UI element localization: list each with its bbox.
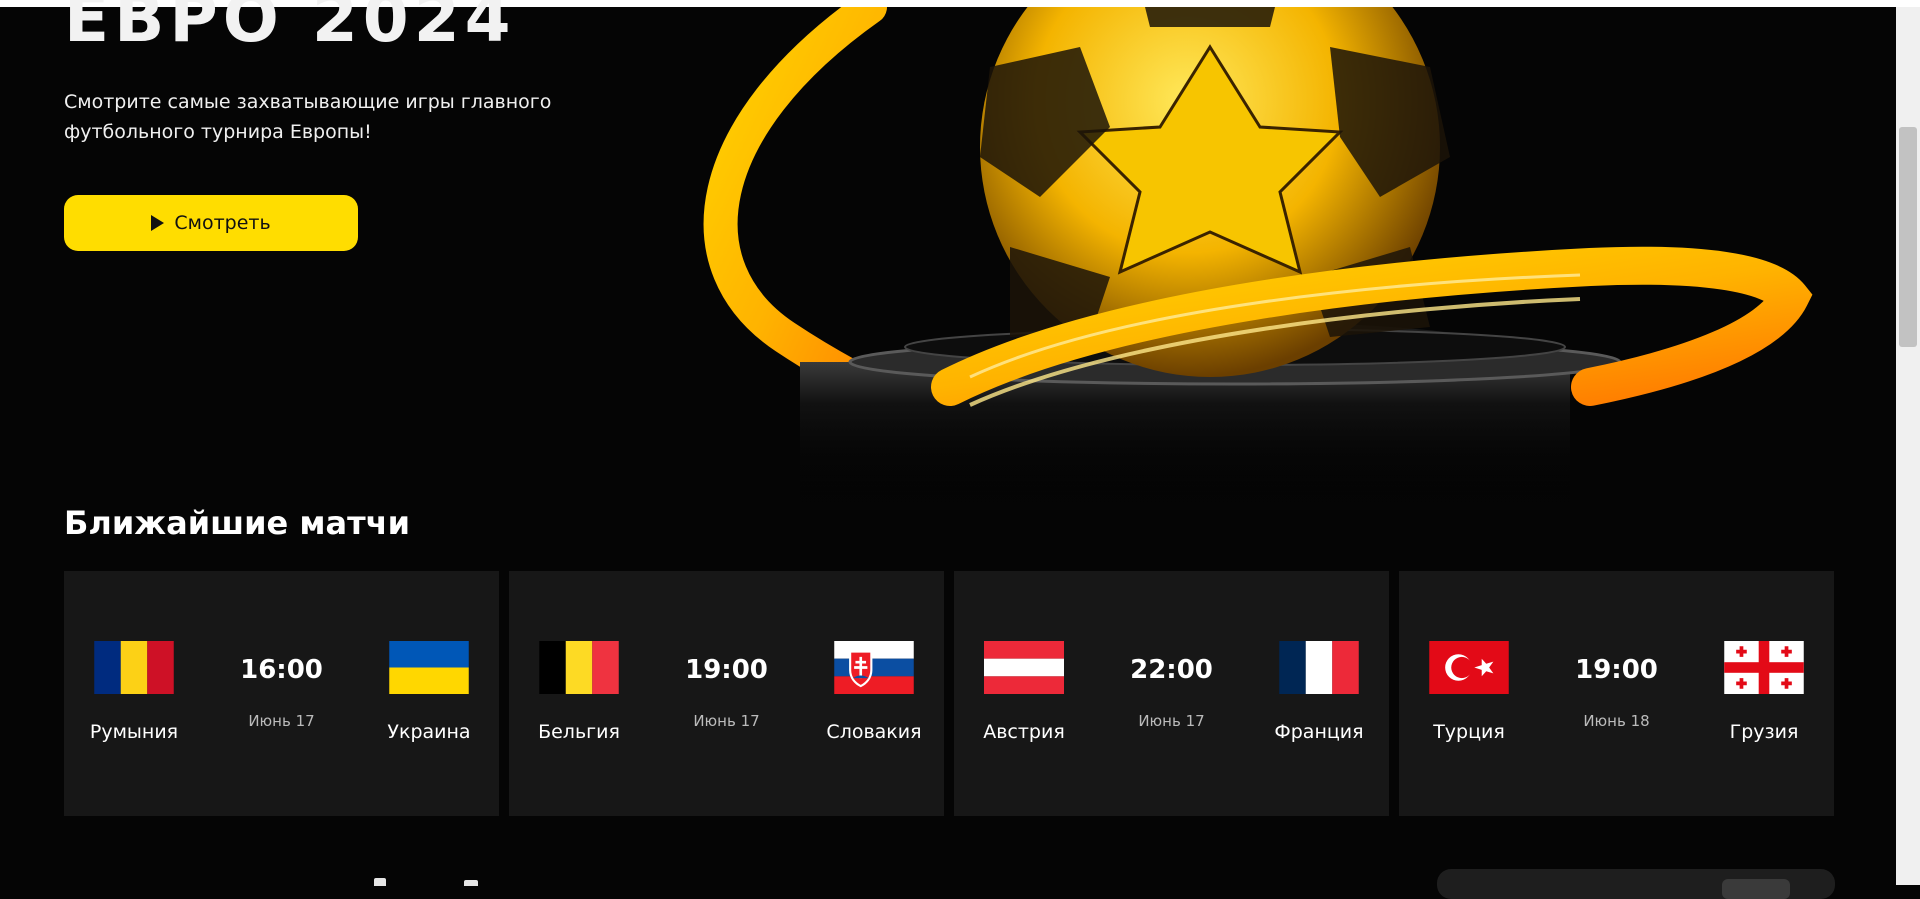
slovakia-flag-icon <box>834 641 914 694</box>
match-card[interactable]: Турция 19:00 Июнь 18 Грузия <box>1399 571 1834 816</box>
trophy-ball-artwork <box>690 7 1840 507</box>
next-section-heading-partial <box>64 872 484 886</box>
page-scrollbar[interactable] <box>1896 7 1920 885</box>
upcoming-matches-heading: Ближайшие матчи <box>64 504 411 542</box>
away-team: Франция <box>1259 641 1379 743</box>
watch-button-label: Смотреть <box>174 212 271 234</box>
play-icon <box>151 215 165 231</box>
georgia-flag-icon <box>1724 641 1804 694</box>
match-card[interactable]: Румыния 16:00 Июнь 17 Украина <box>64 571 499 816</box>
away-team-name: Франция <box>1274 721 1364 743</box>
france-flag-icon <box>1279 641 1359 694</box>
cropped-glyph <box>464 880 478 886</box>
away-team-name: Украина <box>387 721 471 743</box>
away-team: Украина <box>369 641 489 743</box>
hero-subtitle: Смотрите самые захватывающие игры главно… <box>64 91 552 143</box>
widget-knob <box>1722 879 1790 899</box>
away-team-name: Грузия <box>1729 721 1799 743</box>
away-team-name: Словакия <box>826 721 922 743</box>
scrollbar-thumb[interactable] <box>1899 127 1917 347</box>
next-section-widget-partial[interactable] <box>1437 869 1835 899</box>
match-card[interactable]: Австрия 22:00 Июнь 17 Франция <box>954 571 1389 816</box>
hero-title: ЕВРО 2024 <box>64 0 516 57</box>
watch-button[interactable]: Смотреть <box>64 195 358 251</box>
away-team: Грузия <box>1704 641 1824 743</box>
match-card[interactable]: Бельгия 19:00 Июнь 17 Словакия <box>509 571 944 816</box>
ukraine-flag-icon <box>389 641 469 694</box>
away-team: Словакия <box>814 641 934 743</box>
upcoming-matches-list: Румыния 16:00 Июнь 17 Украина Бельгия 19… <box>64 571 1836 816</box>
